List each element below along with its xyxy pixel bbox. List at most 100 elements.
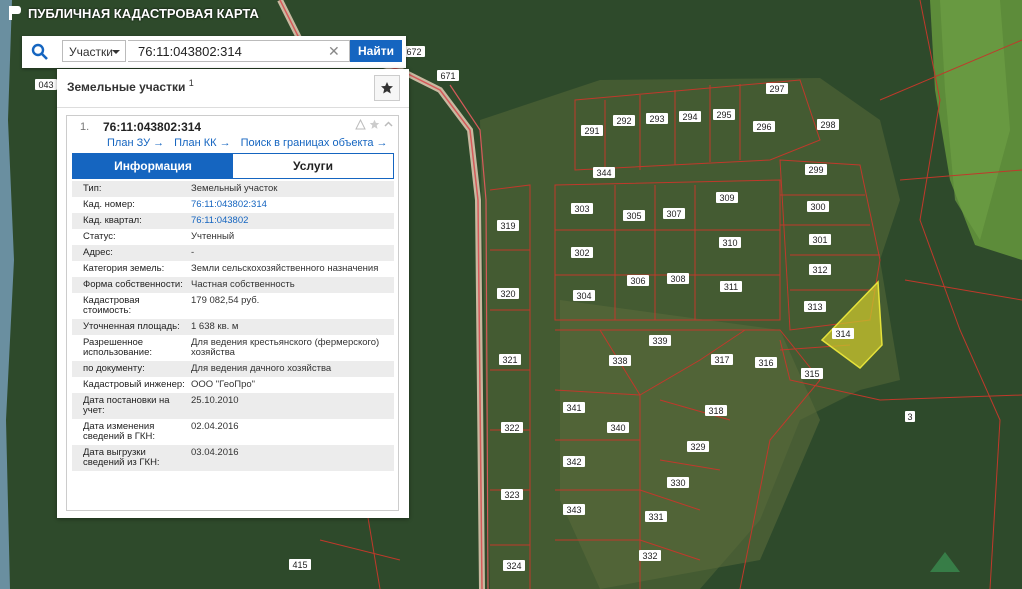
parcel-label[interactable]: 300: [810, 202, 825, 212]
parcel-label[interactable]: 340: [610, 423, 625, 433]
parcel-label[interactable]: 305: [626, 211, 641, 221]
info-key: Тип:: [83, 183, 102, 194]
parcel-label[interactable]: 309: [719, 193, 734, 203]
info-row: по документу: Для ведения дачного хозяйст…: [72, 361, 394, 377]
parcel-label[interactable]: 291: [584, 126, 599, 136]
info-value: Земельный участок: [191, 183, 278, 194]
parcel-label[interactable]: 3: [907, 412, 912, 422]
info-key: Кадастровый инженер:: [83, 379, 185, 390]
info-key: Разрешенное использование:: [83, 337, 153, 358]
parcel-label[interactable]: 308: [670, 274, 685, 284]
parcel-label[interactable]: 323: [504, 490, 519, 500]
chevron-up-icon[interactable]: [383, 119, 394, 130]
favorite-button[interactable]: [374, 75, 400, 101]
parcel-label[interactable]: 343: [566, 505, 581, 515]
info-row: Разрешенное использование: Для ведения кр…: [72, 335, 394, 361]
star-icon[interactable]: [369, 119, 380, 130]
parcel-label[interactable]: 312: [812, 265, 827, 275]
parcel-label[interactable]: 315: [804, 369, 819, 379]
card-tools: [355, 119, 394, 130]
info-value: 03.04.2016: [191, 447, 239, 458]
info-row: Адрес: -: [72, 245, 394, 261]
parcel-label[interactable]: 324: [506, 561, 521, 571]
parcel-label[interactable]: 313: [807, 302, 822, 312]
parcel-label[interactable]: 304: [576, 291, 591, 301]
parcel-label[interactable]: 339: [652, 336, 667, 346]
parcel-label[interactable]: 319: [500, 221, 515, 231]
search-type-select[interactable]: Участки: [62, 40, 126, 62]
parcel-label[interactable]: 306: [630, 276, 645, 286]
parcel-label[interactable]: 672: [406, 47, 421, 57]
result-index: 1.: [80, 121, 90, 133]
divider: [57, 107, 409, 108]
warning-icon[interactable]: [355, 119, 366, 130]
parcel-label[interactable]: 311: [724, 282, 738, 292]
parcel-label[interactable]: 295: [716, 110, 731, 120]
info-key: Форма собственности:: [83, 279, 183, 290]
parcel-label[interactable]: 344: [596, 168, 611, 178]
card-tabs: Информация Услуги: [72, 153, 394, 179]
plan-kk-link[interactable]: План КК →: [174, 137, 230, 149]
app-title: ПУБЛИЧНАЯ КАДАСТРОВАЯ КАРТА: [28, 5, 259, 21]
info-key: Кад. квартал:: [83, 215, 142, 226]
result-count: 1: [188, 78, 194, 88]
info-row: Дата выгрузки сведений из ГКН: 03.04.2016: [72, 445, 394, 471]
parcel-label[interactable]: 329: [690, 442, 705, 452]
tab-services[interactable]: Услуги: [233, 154, 393, 178]
parcel-label[interactable]: 671: [440, 71, 455, 81]
app-header: ПУБЛИЧНАЯ КАДАСТРОВАЯ КАРТА: [0, 0, 259, 26]
plan-zu-link[interactable]: План ЗУ →: [107, 137, 164, 149]
search-in-bounds-link[interactable]: Поиск в границах объекта →: [241, 137, 388, 149]
info-value[interactable]: 76:11:043802:314: [191, 200, 394, 210]
info-value: Для ведения крестьянского (фермерского) …: [191, 337, 380, 358]
search-button[interactable]: Найти: [350, 40, 402, 62]
search-input[interactable]: [128, 40, 350, 62]
parcel-label[interactable]: 320: [500, 289, 515, 299]
parcel-label[interactable]: 299: [808, 165, 823, 175]
parcel-label[interactable]: 342: [566, 457, 581, 467]
result-cad-number[interactable]: 76:11:043802:314: [103, 120, 201, 134]
parcel-label[interactable]: 043: [38, 80, 53, 90]
parcel-label[interactable]: 307: [666, 209, 681, 219]
rosreestr-logo-icon: [9, 6, 21, 20]
parcel-label[interactable]: 317: [714, 355, 729, 365]
parcel-label[interactable]: 310: [722, 238, 737, 248]
result-card: 1. 76:11:043802:314 План ЗУ → План КК → …: [66, 115, 399, 511]
tab-info[interactable]: Информация: [73, 154, 233, 178]
parcel-label[interactable]: 301: [812, 235, 827, 245]
info-key: Уточненная площадь:: [83, 321, 180, 332]
info-row: Тип: Земельный участок: [72, 181, 394, 197]
clear-icon[interactable]: ✕: [328, 43, 340, 60]
parcel-label[interactable]: 321: [502, 355, 517, 365]
info-row: Категория земель: Земли сельскохозяйствен…: [72, 261, 394, 277]
parcel-label[interactable]: 292: [616, 116, 631, 126]
parcel-label[interactable]: 332: [642, 551, 657, 561]
parcel-label[interactable]: 303: [574, 204, 589, 214]
parcel-label[interactable]: 341: [566, 403, 581, 413]
parcel-label[interactable]: 330: [670, 478, 685, 488]
parcel-label[interactable]: 293: [649, 114, 664, 124]
parcel-label[interactable]: 322: [504, 423, 519, 433]
panel-title-text: Земельные участки: [67, 80, 186, 94]
info-key: Статус:: [83, 231, 116, 242]
info-row: Статус: Учтенный: [72, 229, 394, 245]
panel-title: Земельные участки 1: [67, 78, 194, 94]
parcel-label[interactable]: 338: [612, 356, 627, 366]
parcel-label[interactable]: 302: [574, 248, 589, 258]
parcel-label[interactable]: 314: [835, 329, 850, 339]
card-links: План ЗУ → План КК → Поиск в границах объ…: [107, 137, 388, 149]
parcel-label[interactable]: 294: [682, 112, 697, 122]
parcel-label[interactable]: 296: [756, 122, 771, 132]
search-icon[interactable]: [26, 40, 54, 64]
info-value[interactable]: 76:11:043802: [191, 216, 394, 226]
parcel-label[interactable]: 415: [292, 560, 307, 570]
info-value: Учтенный: [191, 231, 235, 242]
parcel-label[interactable]: 298: [820, 120, 835, 130]
info-row: Дата изменения сведений в ГКН: 02.04.2016: [72, 419, 394, 445]
parcel-label[interactable]: 297: [769, 84, 784, 94]
info-value: -: [191, 247, 195, 258]
parcel-label[interactable]: 318: [708, 406, 723, 416]
info-key: Дата выгрузки сведений из ГКН:: [83, 447, 160, 468]
parcel-label[interactable]: 316: [758, 358, 773, 368]
parcel-label[interactable]: 331: [648, 512, 663, 522]
